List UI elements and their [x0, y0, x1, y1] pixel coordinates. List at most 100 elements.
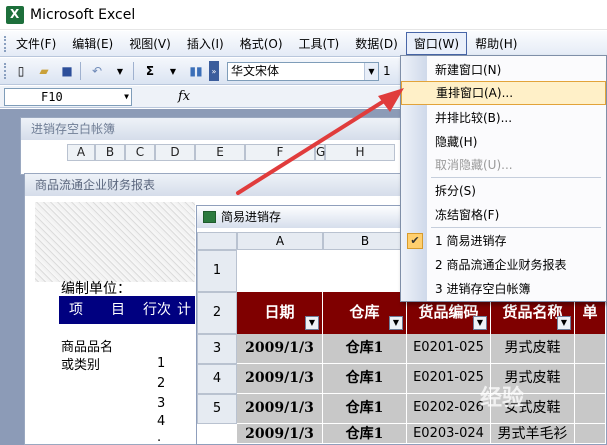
header-date: 日期 — [264, 303, 295, 321]
toolbar-separator — [80, 62, 81, 80]
menu-tools[interactable]: 工具(T) — [291, 32, 348, 55]
table-cell[interactable]: 2009/1/3 — [237, 394, 323, 424]
column-header[interactable]: H — [325, 144, 395, 161]
table-cell[interactable]: 仓库1 — [323, 424, 407, 444]
table-cell[interactable]: 仓库1 — [323, 364, 407, 394]
menu-view[interactable]: 视图(V) — [121, 32, 179, 55]
table-header-cell: 日期 ▼ — [237, 292, 323, 334]
menu-item-new-window[interactable]: 新建窗口(N) — [401, 58, 606, 82]
font-name-select[interactable]: 华文宋体 ▼ — [227, 61, 379, 81]
new-document-icon[interactable]: ▯ — [11, 61, 31, 81]
menu-format[interactable]: 格式(O) — [232, 32, 291, 55]
table-cell: 或类别 — [61, 358, 101, 373]
title-bar: Microsoft Excel — [0, 0, 607, 30]
select-all-corner[interactable] — [197, 232, 237, 250]
menu-item-hide[interactable]: 隐藏(H) — [401, 130, 606, 154]
cell-reference: F10 — [41, 89, 63, 104]
table-cell[interactable]: E0202-026 — [407, 394, 491, 424]
column-header[interactable]: G — [315, 144, 325, 161]
menu-data[interactable]: 数据(D) — [347, 32, 406, 55]
column-header[interactable]: E — [195, 144, 245, 161]
table-cell[interactable] — [575, 424, 606, 444]
table-cell[interactable]: 仓库1 — [323, 334, 407, 364]
window-title: 进销存空白帐簿 — [21, 118, 419, 140]
menu-edit[interactable]: 编辑(E) — [64, 32, 121, 55]
column-header[interactable]: A — [237, 232, 323, 250]
row-header[interactable]: 3 — [197, 334, 237, 364]
column-header[interactable]: C — [125, 144, 155, 161]
column-header[interactable]: D — [155, 144, 195, 161]
row-number: · — [157, 434, 162, 445]
menu-window[interactable]: 窗口(W) — [405, 32, 468, 55]
header-item-name: 货品名称 — [502, 303, 563, 321]
menu-item-compare-side-by-side[interactable]: 并排比较(B)... — [401, 106, 606, 130]
table-cell[interactable] — [575, 394, 606, 424]
app-title: Microsoft Excel — [30, 6, 136, 23]
menu-item-window-1[interactable]: ✔ 1 简易进销存 — [401, 229, 606, 253]
chevron-down-icon[interactable]: ▼ — [364, 62, 378, 80]
font-name-value: 华文宋体 — [231, 63, 280, 78]
table-cell[interactable]: 男式皮鞋 — [491, 334, 575, 364]
table-cell[interactable]: 2009/1/3 — [237, 334, 323, 364]
menu-separator — [431, 227, 601, 228]
workbook-window-inventory-blank[interactable]: 进销存空白帐簿 A B C D E F G H — [20, 117, 420, 175]
table-cell[interactable]: 2009/1/3 — [237, 424, 323, 444]
table-cell: 商品品名 — [61, 340, 114, 355]
row-header[interactable]: 1 — [197, 250, 237, 292]
column-header[interactable]: B — [95, 144, 125, 161]
insert-function-icon[interactable]: fx — [178, 89, 190, 104]
dropdown-arrow-icon[interactable]: ▼ — [110, 61, 130, 81]
chart-wizard-icon[interactable]: ▮▮ — [186, 61, 206, 81]
undo-icon[interactable]: ↶ — [87, 61, 107, 81]
column-header[interactable]: F — [245, 144, 315, 161]
row-header[interactable]: 2 — [197, 292, 237, 334]
window-menu-dropdown: 新建窗口(N) 重排窗口(A)... 并排比较(B)... 隐藏(H) 取消隐藏… — [400, 55, 607, 302]
menu-insert[interactable]: 插入(I) — [179, 32, 232, 55]
save-icon[interactable]: ■ — [57, 61, 77, 81]
filter-dropdown-icon[interactable]: ▼ — [305, 316, 319, 330]
table-cell[interactable]: E0203-024 — [407, 424, 491, 444]
excel-app-icon — [6, 5, 24, 24]
menu-item-window-1-label: 1 简易进销存 — [435, 234, 507, 248]
table-cell[interactable]: E0201-025 — [407, 364, 491, 394]
name-box[interactable]: F10 ▼ — [4, 87, 132, 106]
menu-item-window-3[interactable]: 3 进销存空白帐簿 — [401, 277, 606, 301]
filter-dropdown-icon[interactable]: ▼ — [473, 316, 487, 330]
menu-item-freeze-panes[interactable]: 冻结窗格(F) — [401, 203, 606, 227]
toolbar-options-icon[interactable]: » — [209, 61, 219, 81]
open-folder-icon[interactable]: ▰ — [34, 61, 54, 81]
menu-file[interactable]: 文件(F) — [8, 32, 64, 55]
table-cell[interactable]: 仓库1 — [323, 394, 407, 424]
table-header-cell: 项 目 — [59, 296, 141, 324]
column-header[interactable]: B — [323, 232, 407, 250]
toolbar-grip-icon[interactable] — [4, 63, 8, 79]
row-number: 1 — [157, 356, 166, 371]
autosum-icon[interactable]: Σ — [140, 61, 160, 81]
row-header[interactable]: 4 — [197, 364, 237, 394]
menu-item-arrange-windows[interactable]: 重排窗口(A)... — [401, 81, 606, 105]
table-cell[interactable]: 男式羊毛衫 — [491, 424, 575, 444]
table-cell[interactable] — [575, 364, 606, 394]
toolbar-separator — [133, 62, 134, 80]
window-title: 简易进销存 — [221, 210, 282, 224]
filter-dropdown-icon[interactable]: ▼ — [557, 316, 571, 330]
excel-document-icon — [203, 211, 216, 223]
table-cell[interactable]: 2009/1/3 — [237, 364, 323, 394]
dropdown-arrow-icon[interactable]: ▼ — [163, 61, 183, 81]
menu-bar: 文件(F) 编辑(E) 视图(V) 插入(I) 格式(O) 工具(T) 数据(D… — [0, 31, 607, 57]
menu-item-window-2[interactable]: 2 商品流通企业财务报表 — [401, 253, 606, 277]
row-header[interactable]: 5 — [197, 394, 237, 424]
menu-help[interactable]: 帮助(H) — [467, 32, 525, 55]
table-header-cell: 仓库 ▼ — [323, 292, 407, 334]
font-size-select[interactable]: 1 — [383, 64, 391, 78]
column-header[interactable]: A — [67, 144, 95, 161]
textured-background — [35, 202, 195, 282]
menu-item-split[interactable]: 拆分(S) — [401, 179, 606, 203]
row-number: 3 — [157, 396, 166, 411]
table-cell[interactable]: E0201-025 — [407, 334, 491, 364]
chevron-down-icon[interactable]: ▼ — [124, 89, 129, 105]
table-header-cell: 行次 — [141, 296, 177, 324]
header-warehouse: 仓库 — [349, 303, 380, 321]
table-cell[interactable] — [575, 334, 606, 364]
filter-dropdown-icon[interactable]: ▼ — [389, 316, 403, 330]
